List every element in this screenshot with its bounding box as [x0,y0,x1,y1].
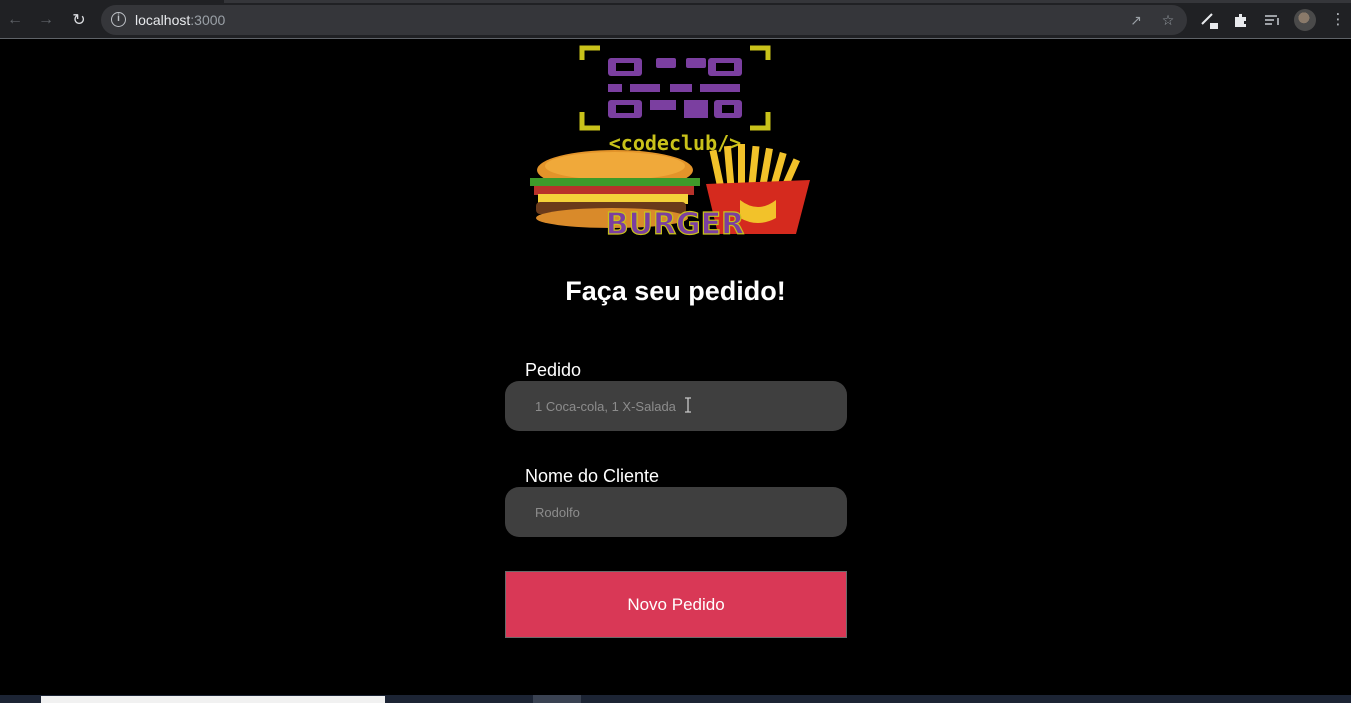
profile-avatar[interactable] [1294,9,1316,31]
edit-icon[interactable] [1199,10,1219,30]
reading-list-icon[interactable] [1262,10,1282,30]
client-name-input[interactable] [505,487,847,537]
reload-icon[interactable]: ↻ [68,9,90,31]
share-icon[interactable]: ↗ [1128,12,1144,28]
info-icon[interactable]: i [111,12,126,27]
page-content: <codeclub/> BURGER Faça seu pedido! Pedi… [0,40,1351,695]
logo-burger-text: BURGER [606,207,745,238]
tab-strip-edge [224,0,1351,3]
tab-strip [0,0,1351,3]
url-host: localhost [135,12,191,28]
back-arrow-icon[interactable]: ← [4,9,26,31]
more-icon[interactable]: ⋮ [1328,10,1348,30]
order-input[interactable] [505,381,847,431]
browser-toolbar: ← → ↻ i localhost:3000 ↗ ☆ ⋮ [0,0,1351,39]
client-name-label: Nome do Cliente [525,466,660,486]
codeclub-burger-logo: <codeclub/> BURGER [520,42,830,243]
page-title: Faça seu pedido! [565,276,786,306]
address-bar[interactable]: i localhost:3000 ↗ ☆ [101,5,1187,35]
order-label: Pedido [525,360,582,380]
taskbar-app[interactable] [41,696,385,703]
text-cursor-icon [683,397,693,413]
extensions-icon[interactable] [1231,10,1251,30]
star-icon[interactable]: ☆ [1160,12,1176,28]
url-port: :3000 [190,12,226,28]
taskbar-app-active[interactable] [533,695,581,703]
forward-arrow-icon[interactable]: → [35,9,57,31]
new-order-button[interactable]: Novo Pedido [505,571,847,638]
os-taskbar [0,695,1351,703]
url-text[interactable]: localhost:3000 [135,12,225,28]
